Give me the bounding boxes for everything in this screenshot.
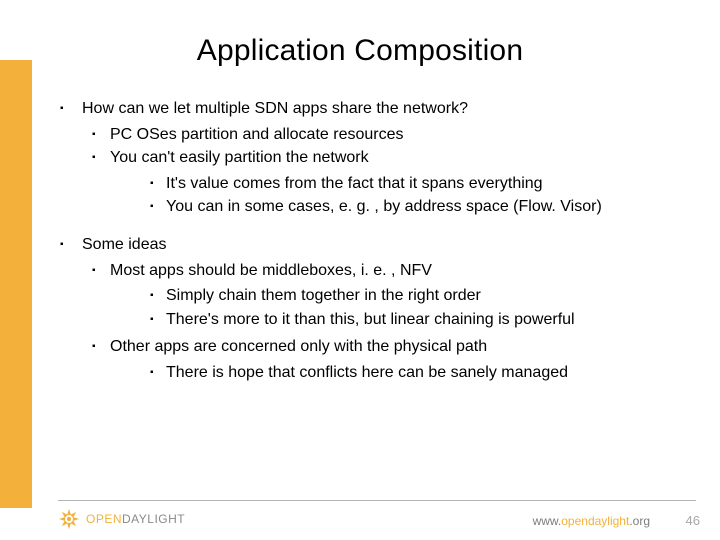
url-prefix: www. [533,514,562,528]
bullet-text: Simply chain them together in the right … [166,287,481,304]
bullet-lvl1: Most apps should be middleboxes, i. e. ,… [82,260,696,331]
url-suffix: .org [629,514,650,528]
slide-content: How can we let multiple SDN apps share t… [58,98,696,400]
slide-title: Application Composition [0,34,720,68]
bullet-lvl0: How can we let multiple SDN apps share t… [58,98,696,218]
bullet-text: You can't easily partition the network [110,149,369,166]
page-number: 46 [686,513,700,528]
sidebar-accent [0,60,32,508]
logo-text-daylight: DAYLIGHT [122,512,185,526]
logo-text: OPENDAYLIGHT [86,512,185,526]
opendaylight-logo: OPENDAYLIGHT [58,508,185,530]
bullet-lvl0: Some ideas Most apps should be middlebox… [58,234,696,384]
bullet-lvl2: You can in some cases, e. g. , by addres… [110,196,696,218]
bullet-text: There is hope that conflicts here can be… [166,364,568,381]
bullet-text: Most apps should be middleboxes, i. e. ,… [110,262,432,279]
bullet-lvl2: It's value comes from the fact that it s… [110,173,696,195]
footer: OPENDAYLIGHT www.opendaylight.org 46 [0,500,720,540]
bullet-text: You can in some cases, e. g. , by addres… [166,198,602,215]
bullet-text: Some ideas [82,236,167,253]
footer-divider [58,500,696,501]
bullet-text: Other apps are concerned only with the p… [110,338,487,355]
bullet-lvl2: Simply chain them together in the right … [110,285,696,307]
sun-icon [58,508,80,530]
bullet-text: PC OSes partition and allocate resources [110,126,403,143]
bullet-lvl1: PC OSes partition and allocate resources [82,124,696,146]
bullet-lvl1: Other apps are concerned only with the p… [82,336,696,383]
footer-url: www.opendaylight.org [533,514,650,528]
url-accent: opendaylight [561,514,629,528]
bullet-text: How can we let multiple SDN apps share t… [82,100,468,117]
bullet-lvl3: There is hope that conflicts here can be… [110,362,696,384]
logo-text-open: OPEN [86,512,122,526]
bullet-lvl1: You can't easily partition the network I… [82,147,696,218]
bullet-text: It's value comes from the fact that it s… [166,175,543,192]
bullet-lvl2: There's more to it than this, but linear… [110,309,696,331]
bullet-text: There's more to it than this, but linear… [166,311,575,328]
